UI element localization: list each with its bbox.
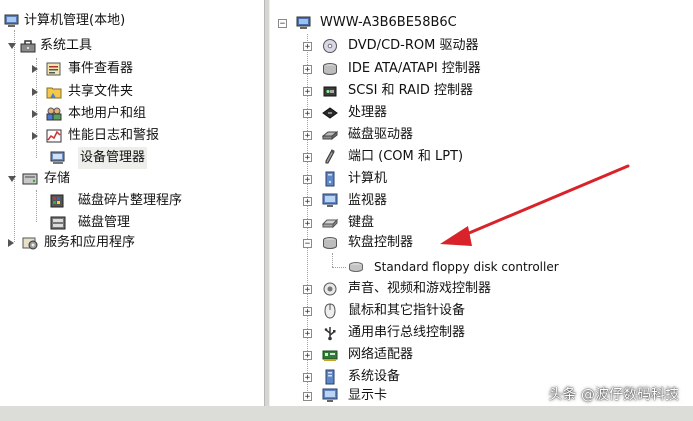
device-category-label: 计算机 [348, 171, 388, 186]
expand-box-icon[interactable]: + [303, 373, 312, 383]
device-category-label: DVD/CD-ROM 驱动器 [348, 38, 479, 53]
device-category-label: 显示卡 [348, 388, 388, 403]
users-icon [46, 106, 62, 122]
collapse-box-icon[interactable]: − [303, 239, 312, 249]
device-category-label: SCSI 和 RAID 控制器 [348, 83, 474, 98]
expand-box-icon[interactable]: + [303, 65, 312, 75]
tree-line [36, 58, 37, 158]
toolbox-icon [20, 38, 36, 54]
expand-triangle-icon[interactable] [32, 65, 38, 73]
system-devices-icon [322, 369, 338, 385]
expand-triangle-icon[interactable] [32, 132, 38, 140]
processor-icon [322, 105, 338, 121]
expand-box-icon[interactable]: + [303, 197, 312, 207]
network-adapter-icon [322, 347, 338, 363]
storage-icon [22, 171, 38, 187]
expand-triangle-icon[interactable] [8, 239, 14, 247]
disk-management-icon [50, 215, 66, 231]
monitor-icon [322, 193, 338, 209]
expand-box-icon[interactable]: + [303, 219, 312, 229]
collapse-triangle-icon[interactable] [8, 176, 16, 182]
dvd-drive-icon [322, 38, 338, 54]
tree-line [332, 253, 333, 267]
expand-box-icon[interactable]: + [303, 131, 312, 141]
device-category-label: 通用串行总线控制器 [348, 325, 466, 340]
device-category-label: 键盘 [348, 215, 375, 230]
device-category-label: 处理器 [348, 105, 388, 120]
device-category-label: 监视器 [348, 193, 388, 208]
status-strip [0, 406, 693, 421]
expand-box-icon[interactable]: + [303, 109, 312, 119]
performance-logs-icon [46, 128, 62, 144]
expand-box-icon[interactable]: + [303, 285, 312, 295]
console-tree-pane[interactable]: 计算机管理(本地) 系统工具 事件查看器 共享文件夹 本地用户和组 性能日志和警… [0, 0, 264, 408]
tree-label-disk-management: 磁盘管理 [78, 215, 131, 230]
tree-label-shared-folders: 共享文件夹 [68, 84, 134, 99]
device-category-label: IDE ATA/ATAPI 控制器 [348, 61, 481, 76]
device-category-label: 磁盘驱动器 [348, 127, 414, 142]
device-manager-icon [50, 150, 66, 166]
expand-triangle-icon[interactable] [32, 110, 38, 118]
usb-icon [322, 325, 338, 341]
expand-box-icon[interactable]: + [303, 329, 312, 339]
shared-folder-icon [46, 84, 62, 100]
defragmenter-icon [50, 193, 66, 209]
services-icon [22, 235, 38, 251]
tree-label-root: 计算机管理(本地) [24, 13, 126, 28]
tree-label-system-tools: 系统工具 [40, 38, 93, 53]
collapse-triangle-icon[interactable] [8, 43, 16, 49]
device-label-floppy-controller: Standard floppy disk controller [374, 260, 559, 274]
tree-label-local-users: 本地用户和组 [68, 106, 147, 121]
event-viewer-icon [46, 61, 62, 77]
computer-management-icon [4, 13, 20, 29]
expand-box-icon[interactable]: + [303, 42, 312, 52]
ide-controller-icon [322, 61, 338, 77]
expand-box-icon[interactable]: + [303, 307, 312, 317]
tree-line [36, 190, 37, 222]
device-tree-pane[interactable]: − WWW-A3B6BE58B6C + DVD/CD-ROM 驱动器 + IDE… [270, 0, 693, 408]
sound-icon [322, 281, 338, 297]
expand-box-icon[interactable]: + [303, 87, 312, 97]
tree-label-event-viewer: 事件查看器 [68, 61, 134, 76]
device-category-label: 声音、视频和游戏控制器 [348, 281, 492, 296]
device-category-label: 网络适配器 [348, 347, 414, 362]
collapse-box-icon[interactable]: − [278, 19, 287, 29]
expand-triangle-icon[interactable] [32, 88, 38, 96]
expand-box-icon[interactable]: + [303, 351, 312, 361]
scsi-controller-icon [322, 83, 338, 99]
keyboard-icon [321, 215, 339, 231]
computer-category-icon [322, 171, 338, 187]
tree-label-storage: 存储 [44, 171, 71, 186]
expand-box-icon[interactable]: + [303, 392, 312, 402]
display-adapter-icon [322, 388, 338, 404]
mouse-icon [322, 303, 338, 319]
floppy-device-icon [348, 259, 364, 275]
watermark-text: 头条 @波仔数码科技 [548, 387, 679, 403]
expand-box-icon[interactable]: + [303, 153, 312, 163]
expand-box-icon[interactable]: + [303, 175, 312, 185]
tree-label-services-apps: 服务和应用程序 [44, 235, 136, 250]
disk-drive-icon [321, 127, 339, 143]
device-category-label: 软盘控制器 [348, 235, 414, 250]
computer-icon [296, 15, 312, 31]
tree-label-perf-logs: 性能日志和警报 [68, 128, 160, 143]
port-icon [322, 149, 338, 165]
computer-name-label: WWW-A3B6BE58B6C [320, 15, 457, 30]
tree-line [332, 267, 346, 268]
tree-label-defrag: 磁盘碎片整理程序 [78, 193, 183, 208]
floppy-controller-icon [322, 235, 338, 251]
device-category-label: 鼠标和其它指针设备 [348, 303, 466, 318]
tree-line [14, 30, 15, 242]
tree-label-device-manager: 设备管理器 [78, 147, 148, 169]
device-category-label: 端口 (COM 和 LPT) [348, 149, 464, 164]
